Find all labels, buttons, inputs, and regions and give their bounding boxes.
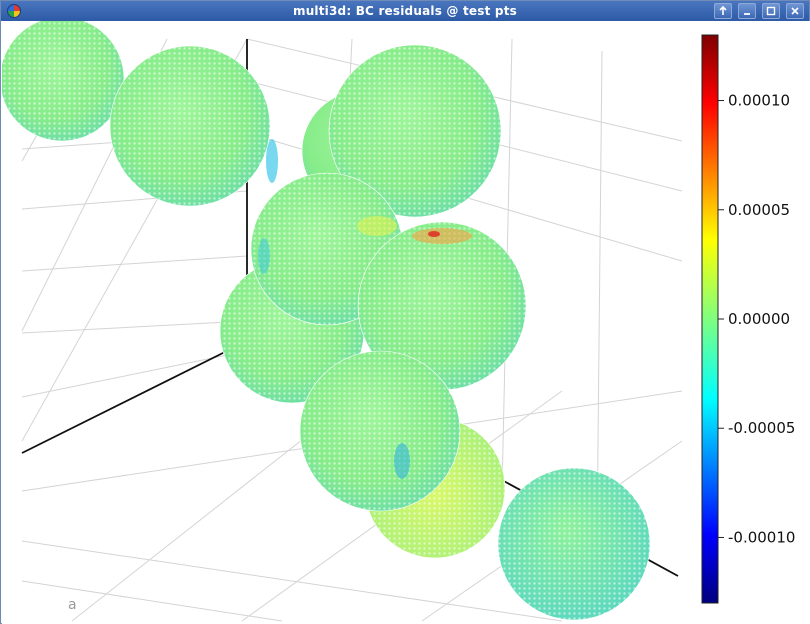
plot-3d-scatter[interactable]: a 0.00010 0.00005 0.00000 -0.00005 -0.00010 bbox=[2, 21, 810, 624]
maximize-icon[interactable] bbox=[762, 3, 780, 19]
close-icon[interactable] bbox=[786, 3, 804, 19]
colorbar-tick-label: 0.00000 bbox=[728, 310, 790, 328]
colorbar-tick-label: -0.00010 bbox=[728, 528, 795, 546]
minimize-icon[interactable] bbox=[738, 3, 756, 19]
app-window: multi3d: BC residuals @ test pts a 0.000… bbox=[0, 0, 810, 624]
colorbar-tick-label: 0.00005 bbox=[728, 201, 790, 219]
arrow-up-icon[interactable] bbox=[714, 3, 732, 19]
axis-tick-label: a bbox=[68, 597, 77, 613]
colorbar-gradient bbox=[701, 34, 719, 604]
title-bar[interactable]: multi3d: BC residuals @ test pts bbox=[1, 1, 809, 21]
colorbar-tick-label: 0.00010 bbox=[728, 92, 790, 110]
colorbar-ticks: 0.00010 0.00005 0.00000 -0.00005 -0.00010 bbox=[718, 92, 795, 546]
colorbar: 0.00010 0.00005 0.00000 -0.00005 -0.00010 bbox=[701, 34, 795, 604]
plot-canvas[interactable]: a 0.00010 0.00005 0.00000 -0.00005 -0.00010 bbox=[2, 21, 810, 624]
colorbar-tick-label: -0.00005 bbox=[728, 419, 795, 437]
window-title: multi3d: BC residuals @ test pts bbox=[292, 4, 517, 18]
